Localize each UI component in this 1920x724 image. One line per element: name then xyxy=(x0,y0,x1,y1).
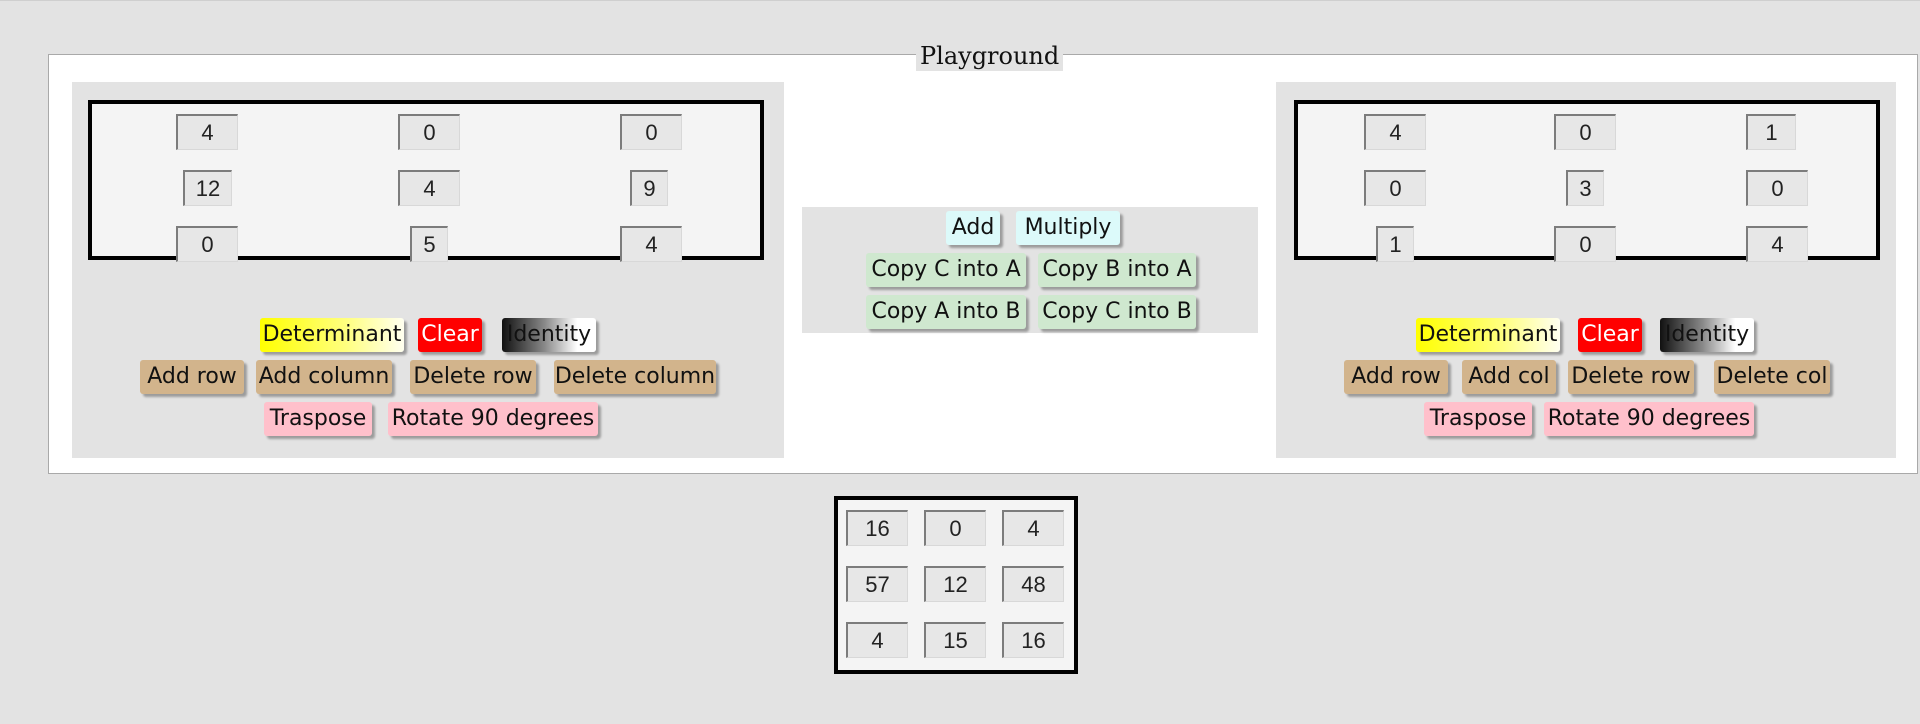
matrix-a-transpose-button[interactable]: Traspose xyxy=(264,402,372,436)
matrix-b-clear-button[interactable]: Clear xyxy=(1578,318,1642,352)
matrix-a-identity-button[interactable]: Identity xyxy=(502,318,596,352)
multiply-button[interactable]: Multiply xyxy=(1016,211,1120,245)
add-button[interactable]: Add xyxy=(946,211,1000,245)
matrix-b-delete-column-button[interactable]: Delete col xyxy=(1714,360,1830,394)
matrix-c-cell-2-1[interactable]: 15 xyxy=(924,622,986,658)
matrix-b-cell-2-2[interactable]: 4 xyxy=(1746,226,1808,262)
matrix-a-panel: 4 0 0 12 4 9 0 5 4 Determinant Clear Ide… xyxy=(72,82,784,458)
matrix-b-add-column-button[interactable]: Add col xyxy=(1462,360,1556,394)
copy-a-into-b-button[interactable]: Copy A into B xyxy=(866,295,1026,329)
matrix-a-cell-0-1[interactable]: 0 xyxy=(398,114,460,150)
matrix-c-cell-2-0[interactable]: 4 xyxy=(846,622,908,658)
playground-legend: Playground xyxy=(916,41,1064,71)
matrix-c-cell-2-2[interactable]: 16 xyxy=(1002,622,1064,658)
matrix-b-rotate-button[interactable]: Rotate 90 degrees xyxy=(1544,402,1754,436)
matrix-a-cell-1-2[interactable]: 9 xyxy=(630,170,668,206)
matrix-a-cell-1-1[interactable]: 4 xyxy=(398,170,460,206)
matrix-a-cell-2-1[interactable]: 5 xyxy=(410,226,448,262)
matrix-b-cell-0-0[interactable]: 4 xyxy=(1364,114,1426,150)
matrix-c-cell-0-0[interactable]: 16 xyxy=(846,510,908,546)
copy-b-into-a-button[interactable]: Copy B into A xyxy=(1038,253,1196,287)
copy-c-into-a-button[interactable]: Copy C into A xyxy=(866,253,1026,287)
matrix-c-cell-1-0[interactable]: 57 xyxy=(846,566,908,602)
matrix-b-cell-1-2[interactable]: 0 xyxy=(1746,170,1808,206)
matrix-b-delete-row-button[interactable]: Delete row xyxy=(1568,360,1694,394)
matrix-c-cell-1-1[interactable]: 12 xyxy=(924,566,986,602)
matrix-a-add-row-button[interactable]: Add row xyxy=(140,360,244,394)
matrix-a-add-column-button[interactable]: Add column xyxy=(256,360,392,394)
matrix-a-cell-0-2[interactable]: 0 xyxy=(620,114,682,150)
matrix-a-cell-2-2[interactable]: 4 xyxy=(620,226,682,262)
matrix-a-delete-row-button[interactable]: Delete row xyxy=(410,360,536,394)
matrix-b-cell-0-1[interactable]: 0 xyxy=(1554,114,1616,150)
matrix-a-rotate-button[interactable]: Rotate 90 degrees xyxy=(388,402,598,436)
top-divider xyxy=(0,0,1920,1)
matrix-b-cell-2-1[interactable]: 0 xyxy=(1554,226,1616,262)
matrix-c: 16 0 4 57 12 48 4 15 16 xyxy=(834,496,1078,674)
matrix-b-cell-0-2[interactable]: 1 xyxy=(1746,114,1796,150)
copy-c-into-b-button[interactable]: Copy C into B xyxy=(1038,295,1196,329)
matrix-b-cell-2-0[interactable]: 1 xyxy=(1376,226,1414,262)
matrix-c-cell-0-1[interactable]: 0 xyxy=(924,510,986,546)
matrix-b-transpose-button[interactable]: Traspose xyxy=(1424,402,1532,436)
matrix-b-cell-1-1[interactable]: 3 xyxy=(1566,170,1604,206)
operations-panel: Add Multiply Copy C into A Copy B into A… xyxy=(802,207,1258,333)
matrix-b-cell-1-0[interactable]: 0 xyxy=(1364,170,1426,206)
matrix-a-clear-button[interactable]: Clear xyxy=(418,318,482,352)
matrix-b-determinant-button[interactable]: Determinant xyxy=(1416,318,1560,352)
matrix-a-cell-1-0[interactable]: 12 xyxy=(183,170,232,206)
matrix-c-cell-0-2[interactable]: 4 xyxy=(1002,510,1064,546)
matrix-a-delete-column-button[interactable]: Delete column xyxy=(554,360,716,394)
matrix-a: 4 0 0 12 4 9 0 5 4 xyxy=(88,100,764,262)
matrix-c-cell-1-2[interactable]: 48 xyxy=(1002,566,1064,602)
matrix-b: 4 0 1 0 3 0 1 0 4 xyxy=(1294,100,1880,262)
matrix-b-panel: 4 0 1 0 3 0 1 0 4 Determinant Clear Iden… xyxy=(1276,82,1896,458)
matrix-a-cell-2-0[interactable]: 0 xyxy=(176,226,238,262)
matrix-b-identity-button[interactable]: Identity xyxy=(1660,318,1754,352)
matrix-a-determinant-button[interactable]: Determinant xyxy=(260,318,404,352)
matrix-a-cell-0-0[interactable]: 4 xyxy=(176,114,238,150)
matrix-b-add-row-button[interactable]: Add row xyxy=(1344,360,1448,394)
